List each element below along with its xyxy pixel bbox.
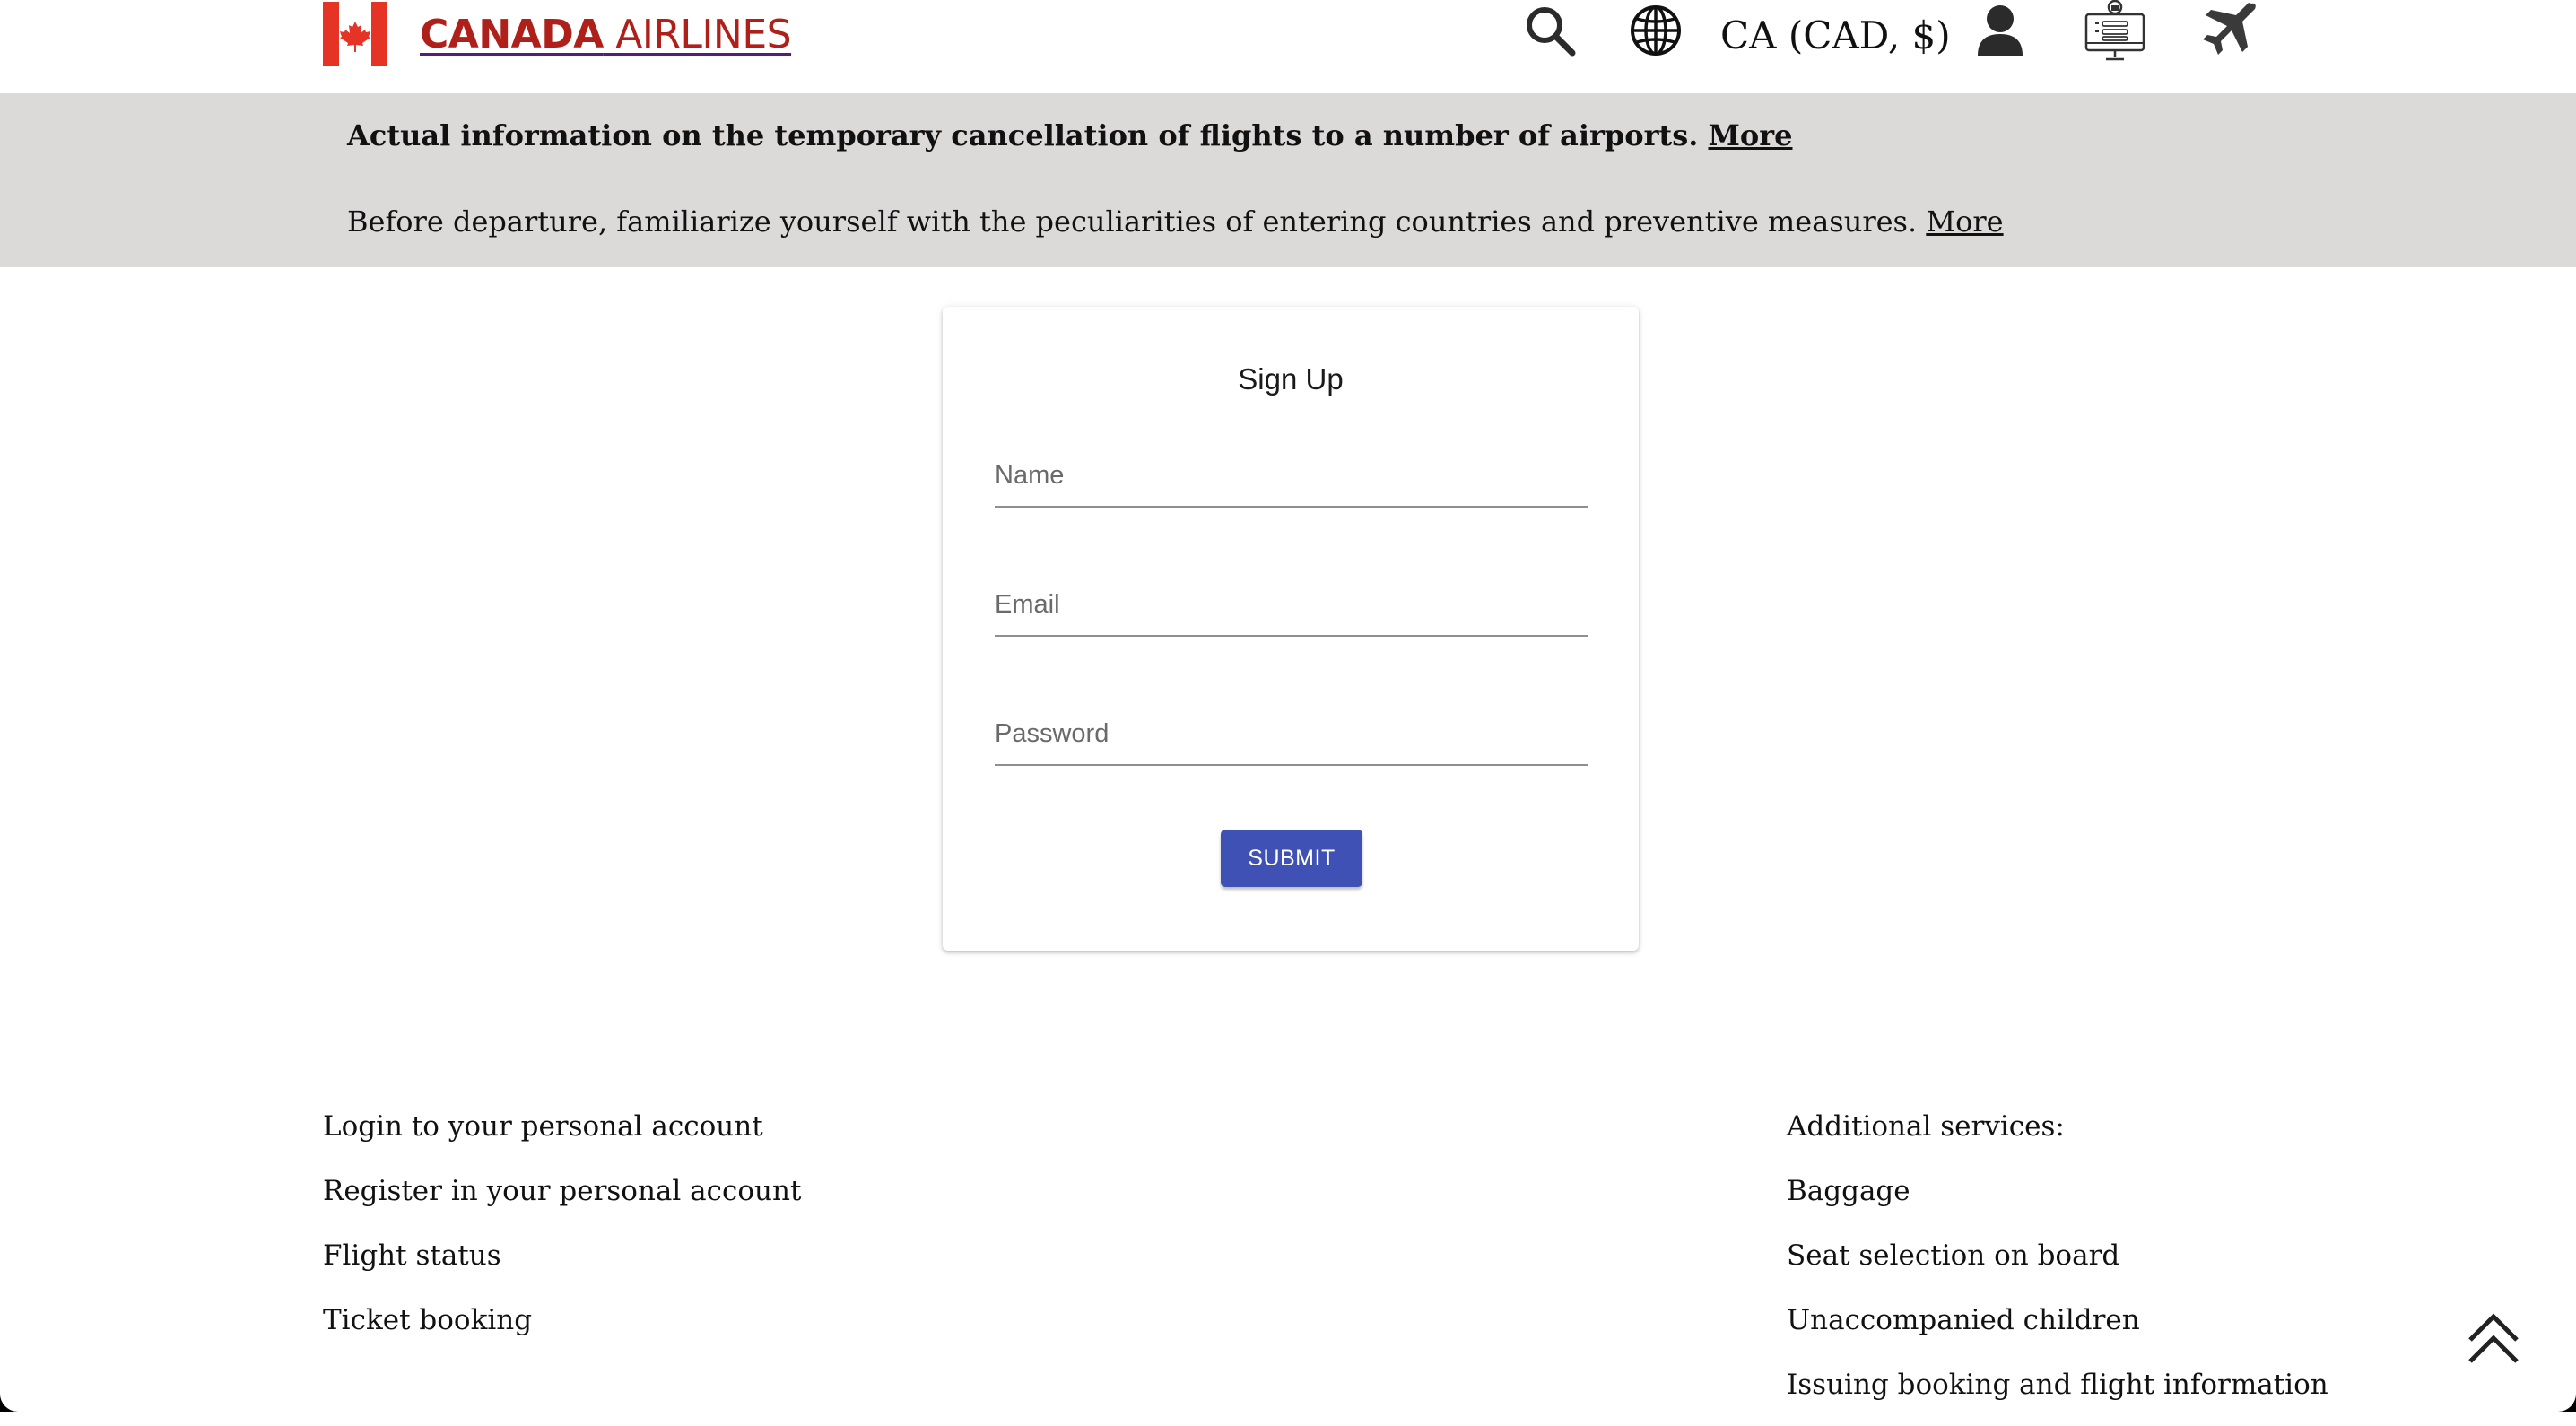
signup-card: Sign Up SUBMIT — [943, 307, 1639, 951]
footer-link-baggage[interactable]: Baggage — [1787, 1168, 2328, 1232]
notice-entry-rules-text: Before departure, familiarize yourself w… — [347, 204, 1918, 239]
logo-link[interactable]: CANADA AIRLINES — [323, 0, 792, 68]
user-icon[interactable] — [1971, 2, 2029, 59]
name-input[interactable] — [995, 450, 1588, 506]
footer-account-links: Login to your personal account Register … — [323, 1103, 801, 1361]
notice-cancellation: Actual information on the temporary canc… — [347, 118, 1792, 152]
password-field[interactable] — [995, 709, 1588, 766]
search-icon[interactable] — [1521, 2, 1579, 59]
footer-link-flight-status[interactable]: Flight status — [323, 1232, 801, 1297]
footer-link-unaccompanied-children[interactable]: Unaccompanied children — [1787, 1297, 2328, 1361]
site-header: CANADA AIRLINES CA (CAD, $) — [0, 0, 2576, 93]
footer-services-heading: Additional services: — [1787, 1110, 2065, 1143]
notice-entry-rules: Before departure, familiarize yourself w… — [347, 204, 2004, 239]
submit-button[interactable]: SUBMIT — [1221, 830, 1362, 887]
scroll-to-top-icon[interactable] — [2465, 1309, 2522, 1367]
footer-link-issuing-booking[interactable]: Issuing booking and flight information — [1787, 1361, 2328, 1426]
window-corner-right — [2540, 1376, 2576, 1412]
logo-text-bold: CANADA — [420, 11, 604, 57]
logo-text[interactable]: CANADA AIRLINES — [420, 11, 792, 57]
online-checkin-icon[interactable] — [2081, 0, 2149, 65]
password-input[interactable] — [995, 709, 1588, 764]
logo-text-light: AIRLINES — [603, 11, 792, 57]
notice-entry-rules-more-link[interactable]: More — [1926, 204, 2003, 239]
locale-selector[interactable]: CA (CAD, $) — [1720, 7, 1951, 65]
email-input[interactable] — [995, 579, 1588, 635]
canada-flag-icon — [323, 2, 387, 66]
email-field[interactable] — [995, 579, 1588, 637]
footer-link-register[interactable]: Register in your personal account — [323, 1168, 801, 1232]
signup-title: Sign Up — [1238, 362, 1344, 396]
notice-cancellation-text: Actual information on the temporary canc… — [347, 118, 1699, 152]
footer-link-ticket-booking[interactable]: Ticket booking — [323, 1297, 801, 1361]
window-corner-left — [0, 1376, 36, 1412]
globe-icon[interactable] — [1627, 2, 1684, 59]
notice-cancellation-more-link[interactable]: More — [1709, 118, 1793, 152]
footer-link-login[interactable]: Login to your personal account — [323, 1103, 801, 1168]
notice-banner: Actual information on the temporary canc… — [0, 93, 2576, 267]
footer-link-seat-selection[interactable]: Seat selection on board — [1787, 1232, 2328, 1297]
footer-additional-services: Additional services: Baggage Seat select… — [1787, 1103, 2328, 1426]
flight-icon[interactable] — [2194, 0, 2260, 63]
name-field[interactable] — [995, 450, 1588, 508]
